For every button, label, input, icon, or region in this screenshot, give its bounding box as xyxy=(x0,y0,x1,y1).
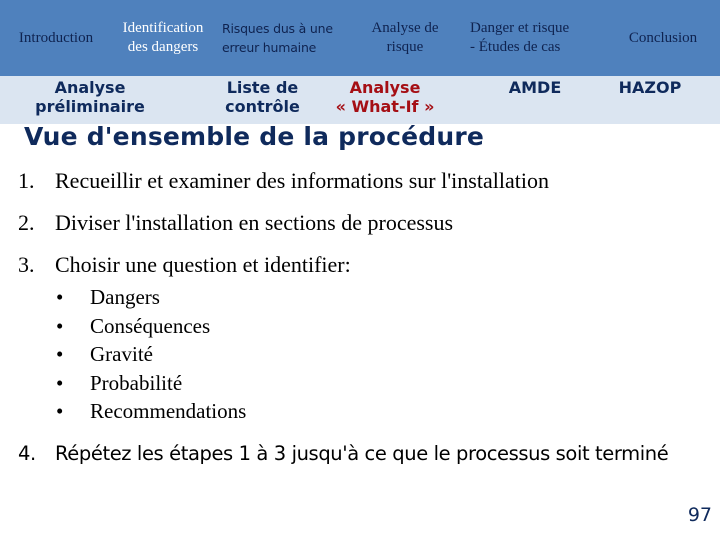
sub-nav-label: HAZOP xyxy=(618,78,682,97)
step-number: 4. xyxy=(18,442,36,465)
bullet-icon: • xyxy=(56,313,64,338)
step-text: Répétez les étapes 1 à 3 jusqu'à ce que … xyxy=(55,442,669,465)
top-nav-analyse-risque[interactable]: Analyse de risque xyxy=(350,0,460,76)
top-nav-label: Conclusion xyxy=(628,29,698,46)
step-number: 3. xyxy=(18,252,35,277)
slide-title: Vue d'ensemble de la procédure xyxy=(24,122,485,151)
bullet-icon: • xyxy=(56,399,64,423)
top-nav-label: Analyse de risque xyxy=(371,20,439,55)
bullet-icon: • xyxy=(56,342,64,366)
bullet-item: • Recommendations xyxy=(56,397,246,426)
top-nav-etudes-de-cas[interactable]: Danger et risque - Études de cas xyxy=(470,0,600,76)
sub-nav-analyse-preliminaire[interactable]: Analyse préliminaire xyxy=(30,78,150,122)
bullet-text: Gravité xyxy=(90,342,153,366)
sub-navigation-bar: Analyse préliminaire Liste de contrôle Ana… xyxy=(0,76,720,124)
sub-nav-label: AMDE xyxy=(508,78,562,97)
sub-nav-label: Liste de contrôle xyxy=(225,78,300,116)
sub-nav-what-if[interactable]: Analyse « What-If » xyxy=(330,78,440,122)
bullet-list: • Dangers • Conséquences • Gravité • Probabi… xyxy=(56,283,246,426)
step-text: Recueillir et examiner des informations … xyxy=(55,168,549,193)
top-nav-label: Risques dus à une erreur humaine xyxy=(222,21,333,55)
bullet-text: Probabilité xyxy=(90,370,183,395)
step-text: Choisir une question et identifier: xyxy=(55,252,351,277)
step-item: 3. Choisir une question et identifier: xyxy=(18,252,351,278)
step-number: 1. xyxy=(18,168,35,193)
step-item: 2. Diviser l'installation en sections de … xyxy=(18,210,453,236)
top-nav-erreur-humaine[interactable]: Risques dus à une erreur humaine xyxy=(222,0,350,76)
sub-nav-label: Analyse préliminaire xyxy=(35,78,145,116)
top-nav-introduction[interactable]: Introduction xyxy=(0,0,112,76)
top-nav-identification-dangers[interactable]: Identification des dangers xyxy=(104,0,222,76)
bullet-text: Dangers xyxy=(90,285,160,309)
bullet-item: • Probabilité xyxy=(56,369,246,398)
bullet-text: Recommendations xyxy=(90,399,247,423)
step-item: 4. Répétez les étapes 1 à 3 jusqu'à ce qu… xyxy=(18,442,669,465)
top-nav-label: Introduction xyxy=(18,29,94,46)
sub-nav-hazop[interactable]: HAZOP xyxy=(605,78,695,122)
top-nav-conclusion[interactable]: Conclusion xyxy=(606,0,720,76)
step-number: 2. xyxy=(18,210,35,235)
bullet-icon: • xyxy=(56,285,64,309)
top-nav-label: Identification des dangers xyxy=(122,20,204,55)
step-item: 1. Recueillir et examiner des information… xyxy=(18,168,549,194)
bullet-icon: • xyxy=(56,370,64,395)
sub-nav-liste-controle[interactable]: Liste de contrôle xyxy=(210,78,315,122)
bullet-item: • Gravité xyxy=(56,340,246,369)
page-number: 97 xyxy=(687,504,712,526)
bullet-text: Conséquences xyxy=(90,313,211,338)
step-text: Diviser l'installation en sections de pr… xyxy=(55,210,454,235)
bullet-item: • Dangers xyxy=(56,283,246,312)
bullet-item: • Conséquences xyxy=(56,312,246,341)
sub-nav-label: Analyse « What-If » xyxy=(335,78,435,116)
top-navigation-bar: Introduction Identification des dangers R… xyxy=(0,0,720,76)
top-nav-label: Danger et risque - Études de cas xyxy=(470,20,570,55)
sub-nav-amde[interactable]: AMDE xyxy=(490,78,580,122)
